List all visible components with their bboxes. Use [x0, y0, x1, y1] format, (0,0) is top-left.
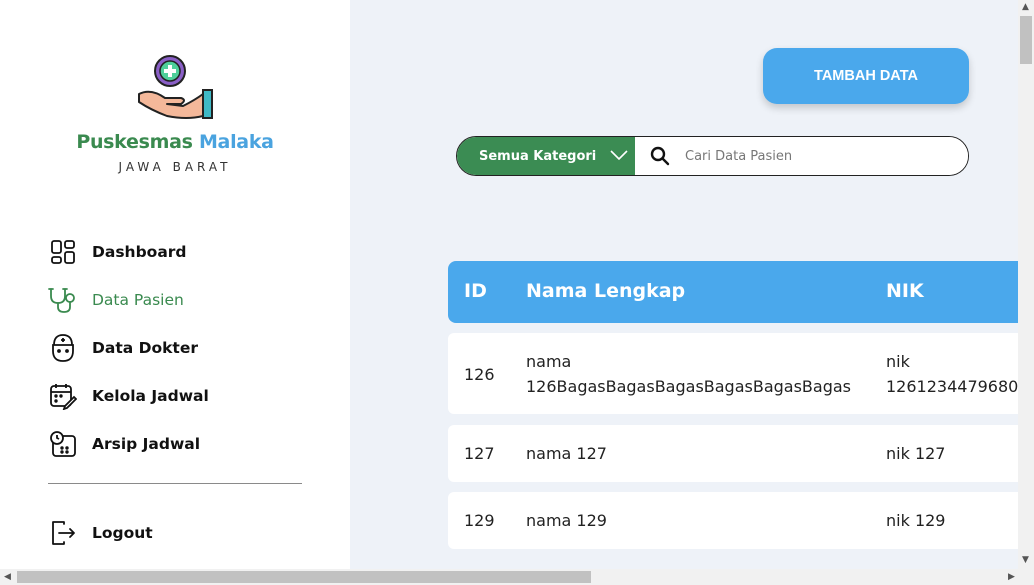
cell-name: nama 127	[526, 444, 607, 463]
sidebar-item-data-dokter[interactable]: Data Dokter	[48, 324, 209, 372]
calendar-clock-icon	[48, 429, 78, 459]
sidebar-divider	[48, 483, 302, 484]
table-row[interactable]: 129 nama 129 nik 129	[448, 492, 1018, 549]
logout-label: Logout	[92, 524, 153, 542]
add-data-button[interactable]: TAMBAH DATA	[763, 48, 969, 104]
logout-icon	[48, 518, 78, 548]
brand-name: Puskesmas Malaka	[0, 131, 350, 153]
health-care-logo-icon	[138, 55, 213, 119]
scroll-left-arrow-icon[interactable]: ◀	[4, 572, 11, 582]
column-header-id: ID	[464, 280, 487, 302]
sidebar-item-dashboard[interactable]: Dashboard	[48, 228, 209, 276]
sidebar-item-data-pasien[interactable]: Data Pasien	[48, 276, 209, 324]
cell-id: 127	[464, 444, 495, 463]
sidebar-nav: Dashboard Data Pasien Data Dokter Kelola…	[48, 228, 209, 468]
sidebar-item-label: Data Pasien	[92, 291, 184, 309]
column-header-nik: NIK	[886, 280, 924, 302]
search-input[interactable]	[685, 137, 968, 175]
dashboard-icon	[48, 237, 78, 267]
cell-nik-line2: 126123447968012	[886, 377, 1018, 396]
sidebar-item-label: Kelola Jadwal	[92, 387, 209, 405]
calendar-edit-icon	[48, 381, 78, 411]
sidebar-item-label: Dashboard	[92, 243, 187, 261]
sidebar-item-kelola-jadwal[interactable]: Kelola Jadwal	[48, 372, 209, 420]
cell-id: 129	[464, 511, 495, 530]
scroll-up-arrow-icon[interactable]: ▲	[1022, 2, 1029, 12]
cell-name-line1: nama	[526, 352, 572, 371]
chevron-down-icon	[610, 149, 628, 164]
cell-nik: nik 129	[886, 511, 946, 530]
brand-region: JAWA BARAT	[118, 160, 232, 174]
sidebar-item-label: Data Dokter	[92, 339, 198, 357]
cell-nik-line1: nik	[886, 352, 910, 371]
cell-id: 126	[464, 365, 495, 384]
stethoscope-icon	[48, 285, 78, 315]
logout-button[interactable]: Logout	[48, 509, 153, 557]
horizontal-scrollbar-thumb[interactable]	[17, 571, 591, 583]
search-icon[interactable]	[635, 137, 685, 175]
search-bar: Semua Kategori	[456, 136, 969, 176]
scroll-right-arrow-icon[interactable]: ▶	[1008, 572, 1015, 582]
cell-nik: nik 127	[886, 444, 946, 463]
table-header: ID Nama Lengkap NIK	[448, 261, 1018, 323]
brand-name-part2: Malaka	[198, 131, 274, 153]
sidebar-item-label: Arsip Jadwal	[92, 435, 201, 453]
sidebar-item-arsip-jadwal[interactable]: Arsip Jadwal	[48, 420, 209, 468]
table-row[interactable]: 126 nama 126BagasBagasBagasBagasBagasBag…	[448, 333, 1018, 414]
brand-name-part1: Puskesmas	[76, 131, 193, 153]
vertical-scrollbar-thumb[interactable]	[1020, 16, 1032, 64]
scroll-down-arrow-icon[interactable]: ▼	[1022, 555, 1029, 565]
vertical-scrollbar[interactable]	[1018, 0, 1034, 569]
doctor-icon	[48, 333, 78, 363]
table-row[interactable]: 127 nama 127 nik 127	[448, 425, 1018, 482]
category-dropdown-label: Semua Kategori	[479, 148, 597, 164]
category-dropdown[interactable]: Semua Kategori	[457, 137, 635, 175]
column-header-name: Nama Lengkap	[526, 280, 686, 302]
sidebar: Puskesmas Malaka JAWA BARAT Dashboard Da…	[0, 0, 350, 569]
cell-name-line2: 126BagasBagasBagasBagasBagasBagas	[526, 377, 852, 396]
cell-name: nama 129	[526, 511, 607, 530]
